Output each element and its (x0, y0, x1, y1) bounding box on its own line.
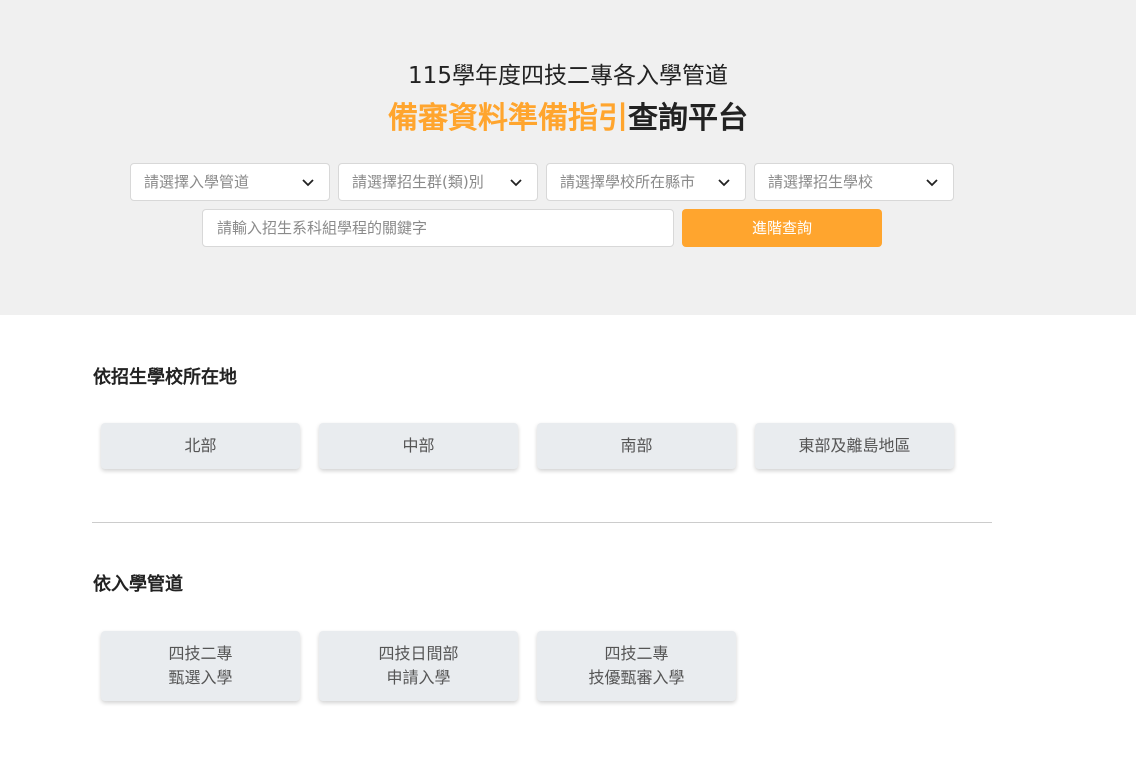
chevron-down-icon (510, 179, 522, 187)
channel-card-application[interactable]: 四技日間部 申請入學 (319, 631, 518, 701)
title-rest: 查詢平台 (628, 101, 748, 136)
channel-card-line1: 四技日間部 (378, 644, 459, 663)
chevron-down-icon (926, 179, 938, 187)
location-card-central[interactable]: 中部 (319, 423, 518, 469)
location-card-label: 南部 (620, 436, 653, 455)
location-card-label: 北部 (184, 436, 217, 455)
admission-channel-select[interactable]: 請選擇入學管道 (130, 163, 330, 201)
channel-card-skills-excellence[interactable]: 四技二專 技優甄審入學 (537, 631, 736, 701)
chevron-down-icon (718, 179, 730, 187)
location-card-east-islands[interactable]: 東部及離島地區 (755, 423, 954, 469)
admission-channel-select-label: 請選擇入學管道 (144, 173, 250, 191)
channel-card-line2: 申請入學 (386, 668, 451, 687)
group-category-select[interactable]: 請選擇招生群(類)別 (338, 163, 538, 201)
channel-card-line1: 四技二專 (168, 644, 233, 663)
page-subtitle: 115學年度四技二專各入學管道 (408, 63, 728, 89)
section-title-channel: 依入學管道 (93, 574, 183, 595)
keyword-search-input[interactable] (202, 209, 674, 247)
school-county-select[interactable]: 請選擇學校所在縣市 (546, 163, 746, 201)
location-card-north[interactable]: 北部 (101, 423, 300, 469)
advanced-search-button[interactable]: 進階查詢 (682, 209, 882, 247)
school-select-label: 請選擇招生學校 (768, 173, 874, 191)
channel-card-line1: 四技二專 (604, 644, 669, 663)
location-card-label: 中部 (402, 436, 435, 455)
group-category-select-label: 請選擇招生群(類)別 (352, 173, 484, 191)
channel-card-line2: 甄選入學 (168, 668, 233, 687)
channel-card-line2: 技優甄審入學 (588, 668, 685, 687)
hero-section: 115學年度四技二專各入學管道 備審資料準備指引查詢平台 請選擇入學管道 請選擇… (0, 0, 1136, 315)
section-divider (92, 522, 992, 523)
section-title-location: 依招生學校所在地 (93, 367, 237, 388)
school-select[interactable]: 請選擇招生學校 (754, 163, 954, 201)
title-accent: 備審資料準備指引 (388, 101, 628, 136)
page-title: 備審資料準備指引查詢平台 (0, 98, 1136, 140)
channel-card-selection[interactable]: 四技二專 甄選入學 (101, 631, 300, 701)
location-card-south[interactable]: 南部 (537, 423, 736, 469)
chevron-down-icon (302, 179, 314, 187)
location-card-label: 東部及離島地區 (798, 436, 911, 455)
school-county-select-label: 請選擇學校所在縣市 (560, 173, 696, 191)
